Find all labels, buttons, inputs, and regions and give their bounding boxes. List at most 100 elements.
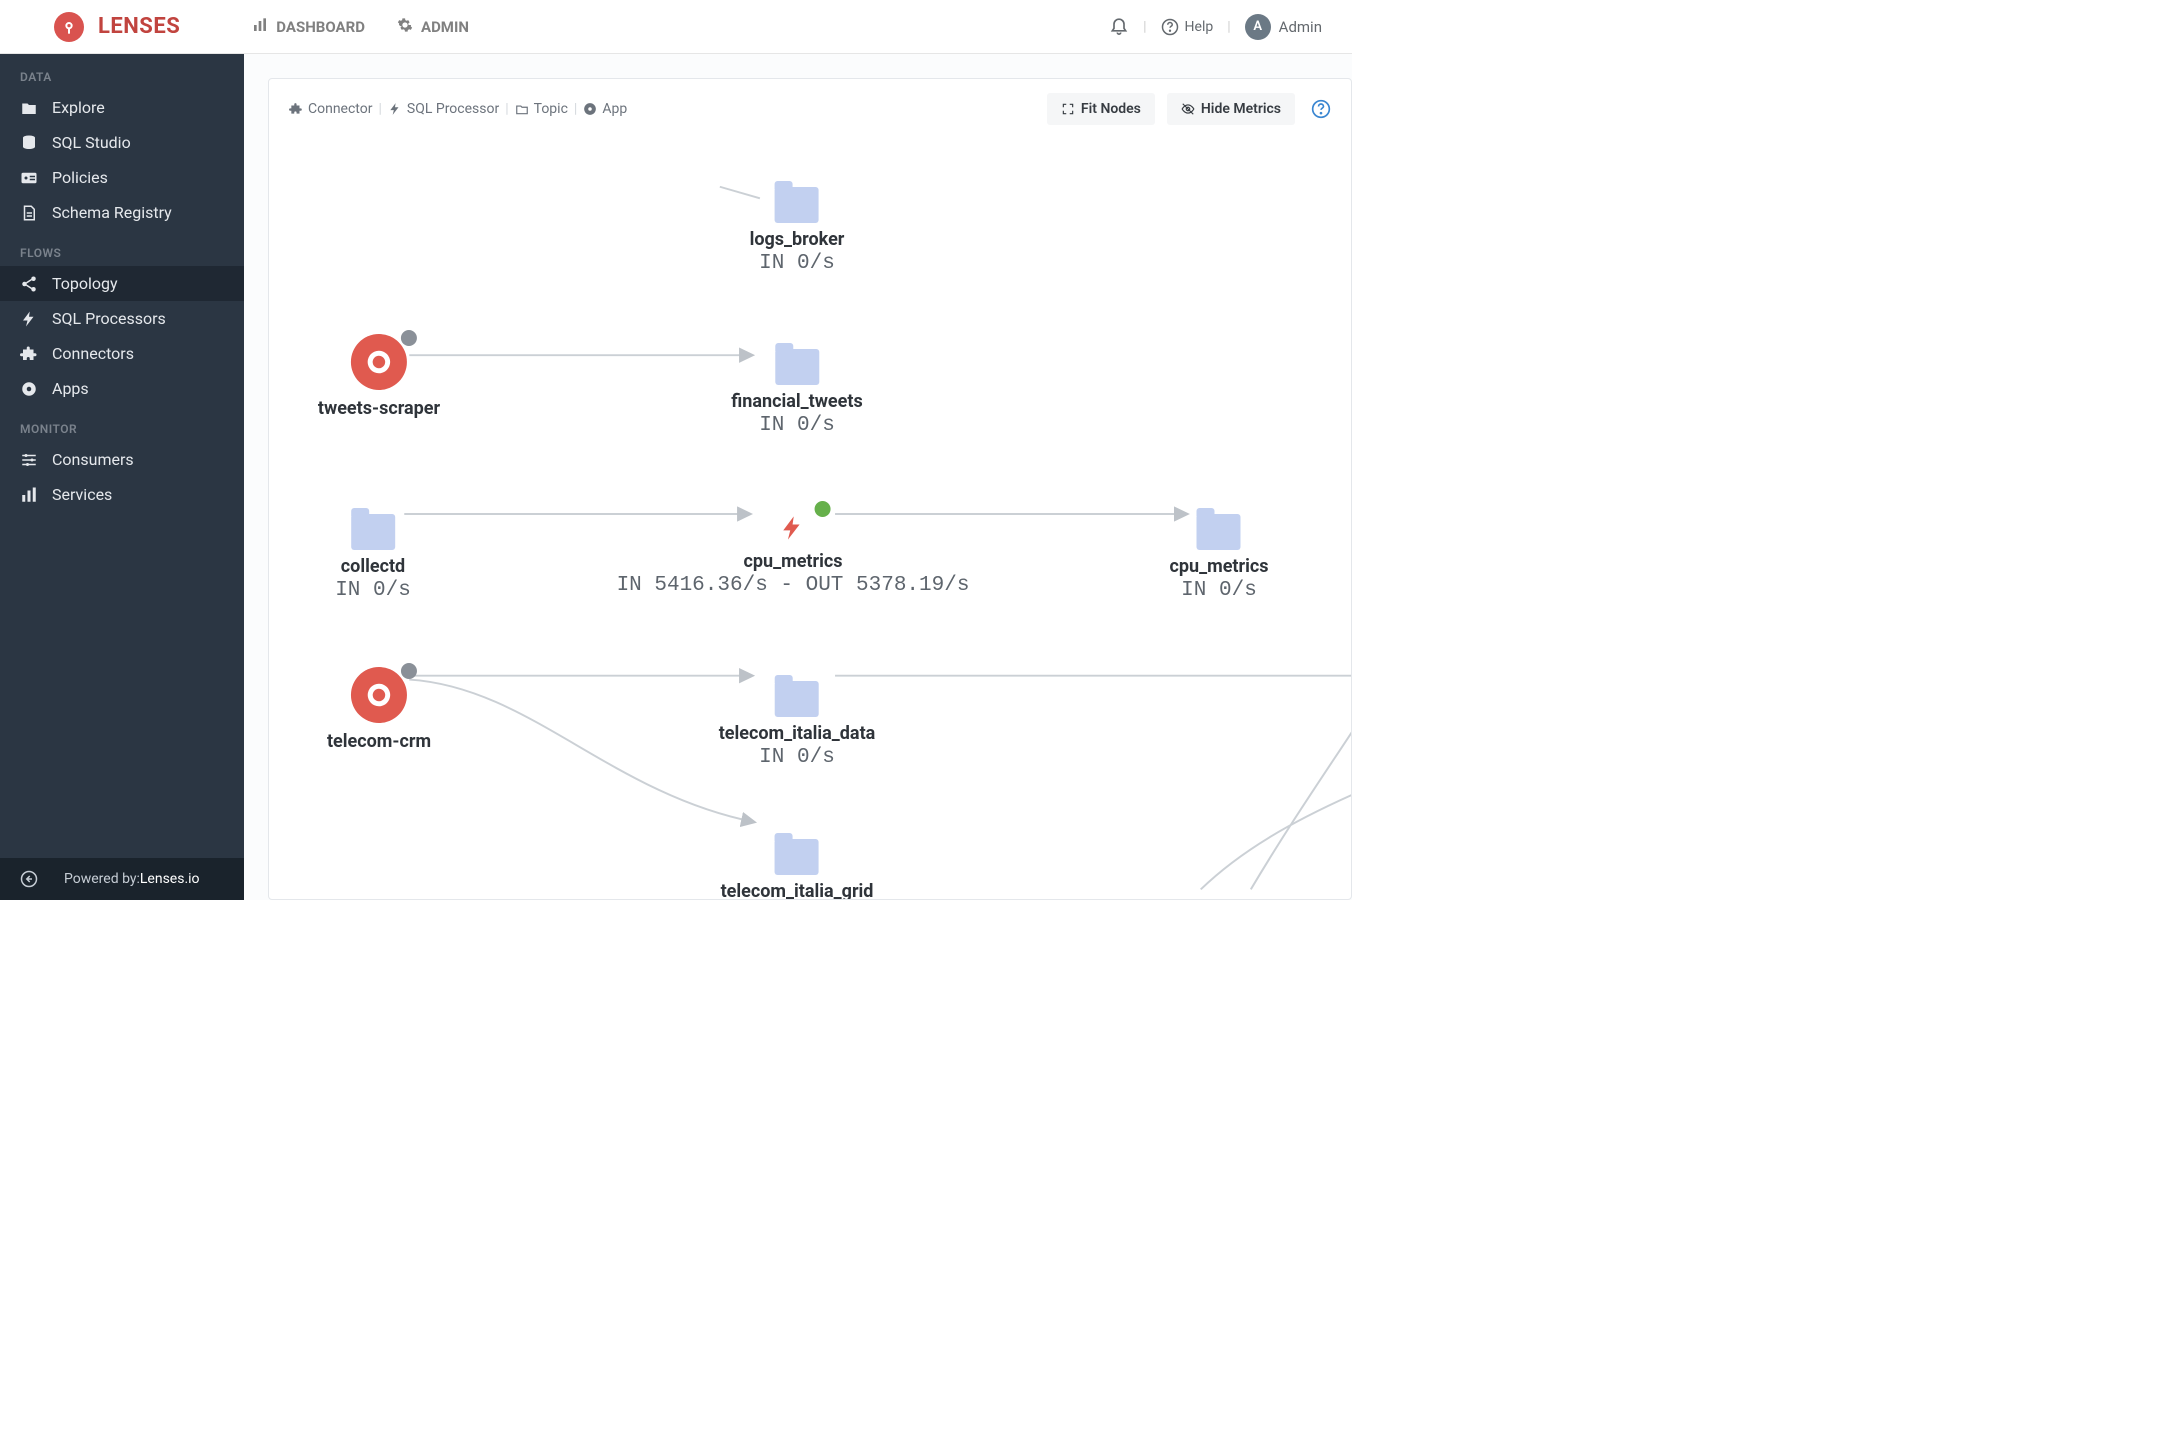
node-telecom-crm[interactable]: telecom-crm xyxy=(327,667,431,752)
node-cpu-metrics-topic[interactable]: cpu_metrics IN 0/s xyxy=(1170,514,1269,602)
node-name: cpu_metrics xyxy=(617,551,970,572)
main: Connector | SQL Processor | Topic | App xyxy=(244,54,1352,900)
sidebar-item-explore[interactable]: Explore xyxy=(0,90,244,125)
node-telecom-italia-data[interactable]: telecom_italia_data IN 0/s xyxy=(719,681,876,769)
node-name: collectd xyxy=(335,556,411,577)
bolt-icon xyxy=(388,102,402,116)
chart-bar-icon xyxy=(252,17,276,37)
folder-icon xyxy=(775,349,819,385)
node-name: cpu_metrics xyxy=(1170,556,1269,577)
target-icon xyxy=(583,102,597,116)
fit-nodes-button[interactable]: Fit Nodes xyxy=(1047,93,1155,125)
brand-name[interactable]: LENSES xyxy=(98,14,180,39)
legend-topic[interactable]: Topic xyxy=(515,101,568,117)
nav-admin-label: ADMIN xyxy=(421,18,469,36)
topbar: LENSES DASHBOARD ADMIN | Help | A Admin xyxy=(0,0,1352,54)
graph-area[interactable]: logs_broker IN 0/s tweets-scraper financ… xyxy=(269,129,1351,899)
section-monitor-title: MONITOR xyxy=(0,406,244,442)
sidebar-item-sql-processors[interactable]: SQL Processors xyxy=(0,301,244,336)
folder-icon xyxy=(775,187,819,223)
sidebar-footer: Powered by: Lenses.io xyxy=(0,858,244,900)
sidebar-item-consumers[interactable]: Consumers xyxy=(0,442,244,477)
app-icon xyxy=(351,667,407,723)
legend-label: SQL Processor xyxy=(407,101,499,117)
node-telecom-italia-grid[interactable]: telecom_italia_grid IN 0/s xyxy=(721,839,874,899)
node-metric: IN 0/s xyxy=(719,746,876,769)
sidebar-item-schema-registry[interactable]: Schema Registry xyxy=(0,195,244,230)
share-icon xyxy=(20,275,38,293)
puzzle-icon xyxy=(20,345,38,363)
sidebar-item-label: Services xyxy=(52,485,112,504)
sidebar-item-label: SQL Studio xyxy=(52,133,131,152)
sidebar: DATA Explore SQL Studio Policies Schema … xyxy=(0,54,244,900)
avatar[interactable]: A xyxy=(1245,14,1271,40)
sidebar-item-label: Apps xyxy=(52,379,89,398)
nav-dashboard-label: DASHBOARD xyxy=(276,18,365,36)
top-right: | Help | A Admin xyxy=(1109,14,1322,40)
node-financial-tweets[interactable]: financial_tweets IN 0/s xyxy=(731,349,862,437)
legend-connector[interactable]: Connector xyxy=(289,101,372,117)
node-metric: IN 0/s xyxy=(1170,579,1269,602)
folder-icon xyxy=(351,514,395,550)
node-metric: IN 0/s xyxy=(335,579,411,602)
target-icon xyxy=(20,380,38,398)
sidebar-item-topology[interactable]: Topology xyxy=(0,266,244,301)
bolt-icon xyxy=(773,507,813,549)
sidebar-item-label: SQL Processors xyxy=(52,309,166,328)
node-tweets-scraper[interactable]: tweets-scraper xyxy=(318,334,440,419)
app-icon xyxy=(351,334,407,390)
status-dot xyxy=(401,330,417,346)
help-label: Help xyxy=(1185,19,1214,35)
sidebar-item-label: Topology xyxy=(52,274,118,293)
folder-icon xyxy=(775,839,819,875)
legend-sql-processor[interactable]: SQL Processor xyxy=(388,101,499,117)
hide-metrics-button[interactable]: Hide Metrics xyxy=(1167,93,1295,125)
section-data-title: DATA xyxy=(0,54,244,90)
hide-metrics-label: Hide Metrics xyxy=(1201,101,1281,117)
chart-bar-icon xyxy=(20,486,38,504)
folder-icon xyxy=(515,102,529,116)
fit-nodes-label: Fit Nodes xyxy=(1081,101,1141,117)
legend-label: App xyxy=(602,101,627,117)
topology-canvas-panel: Connector | SQL Processor | Topic | App xyxy=(268,78,1352,900)
eye-off-icon xyxy=(1181,102,1195,116)
user-name[interactable]: Admin xyxy=(1279,18,1322,36)
help-link[interactable]: Help xyxy=(1161,18,1214,36)
node-metric: IN 5416.36/s - OUT 5378.19/s xyxy=(617,574,970,597)
sidebar-item-label: Connectors xyxy=(52,344,134,363)
node-name: financial_tweets xyxy=(731,391,862,412)
gear-icon xyxy=(397,17,421,37)
sidebar-item-connectors[interactable]: Connectors xyxy=(0,336,244,371)
sidebar-item-apps[interactable]: Apps xyxy=(0,371,244,406)
id-card-icon xyxy=(20,169,38,187)
bell-icon[interactable] xyxy=(1109,15,1129,39)
legend-label: Connector xyxy=(308,101,372,117)
folder-icon xyxy=(20,99,38,117)
legend-label: Topic xyxy=(534,101,568,117)
folder-icon xyxy=(1197,514,1241,550)
node-cpu-metrics-processor[interactable]: cpu_metrics IN 5416.36/s - OUT 5378.19/s xyxy=(617,507,970,597)
node-collectd[interactable]: collectd IN 0/s xyxy=(335,514,411,602)
folder-icon xyxy=(775,681,819,717)
node-metric: IN 0/s xyxy=(731,414,862,437)
help-icon[interactable] xyxy=(1311,99,1331,119)
nav-admin[interactable]: ADMIN xyxy=(397,17,469,37)
expand-icon xyxy=(1061,102,1075,116)
section-flows-title: FLOWS xyxy=(0,230,244,266)
lenses-io-link[interactable]: Lenses.io xyxy=(140,871,200,887)
arrow-left-circle-icon[interactable] xyxy=(20,870,38,888)
puzzle-icon xyxy=(289,102,303,116)
sidebar-item-label: Explore xyxy=(52,98,105,117)
sidebar-item-label: Consumers xyxy=(52,450,134,469)
nav-dashboard[interactable]: DASHBOARD xyxy=(252,17,365,37)
sidebar-item-services[interactable]: Services xyxy=(0,477,244,512)
node-name: telecom-crm xyxy=(327,731,431,752)
sidebar-item-sql-studio[interactable]: SQL Studio xyxy=(0,125,244,160)
sidebar-item-label: Schema Registry xyxy=(52,203,172,222)
document-icon xyxy=(20,204,38,222)
brand-logo[interactable] xyxy=(54,12,84,42)
node-logs-broker[interactable]: logs_broker IN 0/s xyxy=(750,187,845,275)
node-name: tweets-scraper xyxy=(318,398,440,419)
sidebar-item-policies[interactable]: Policies xyxy=(0,160,244,195)
legend-app[interactable]: App xyxy=(583,101,627,117)
